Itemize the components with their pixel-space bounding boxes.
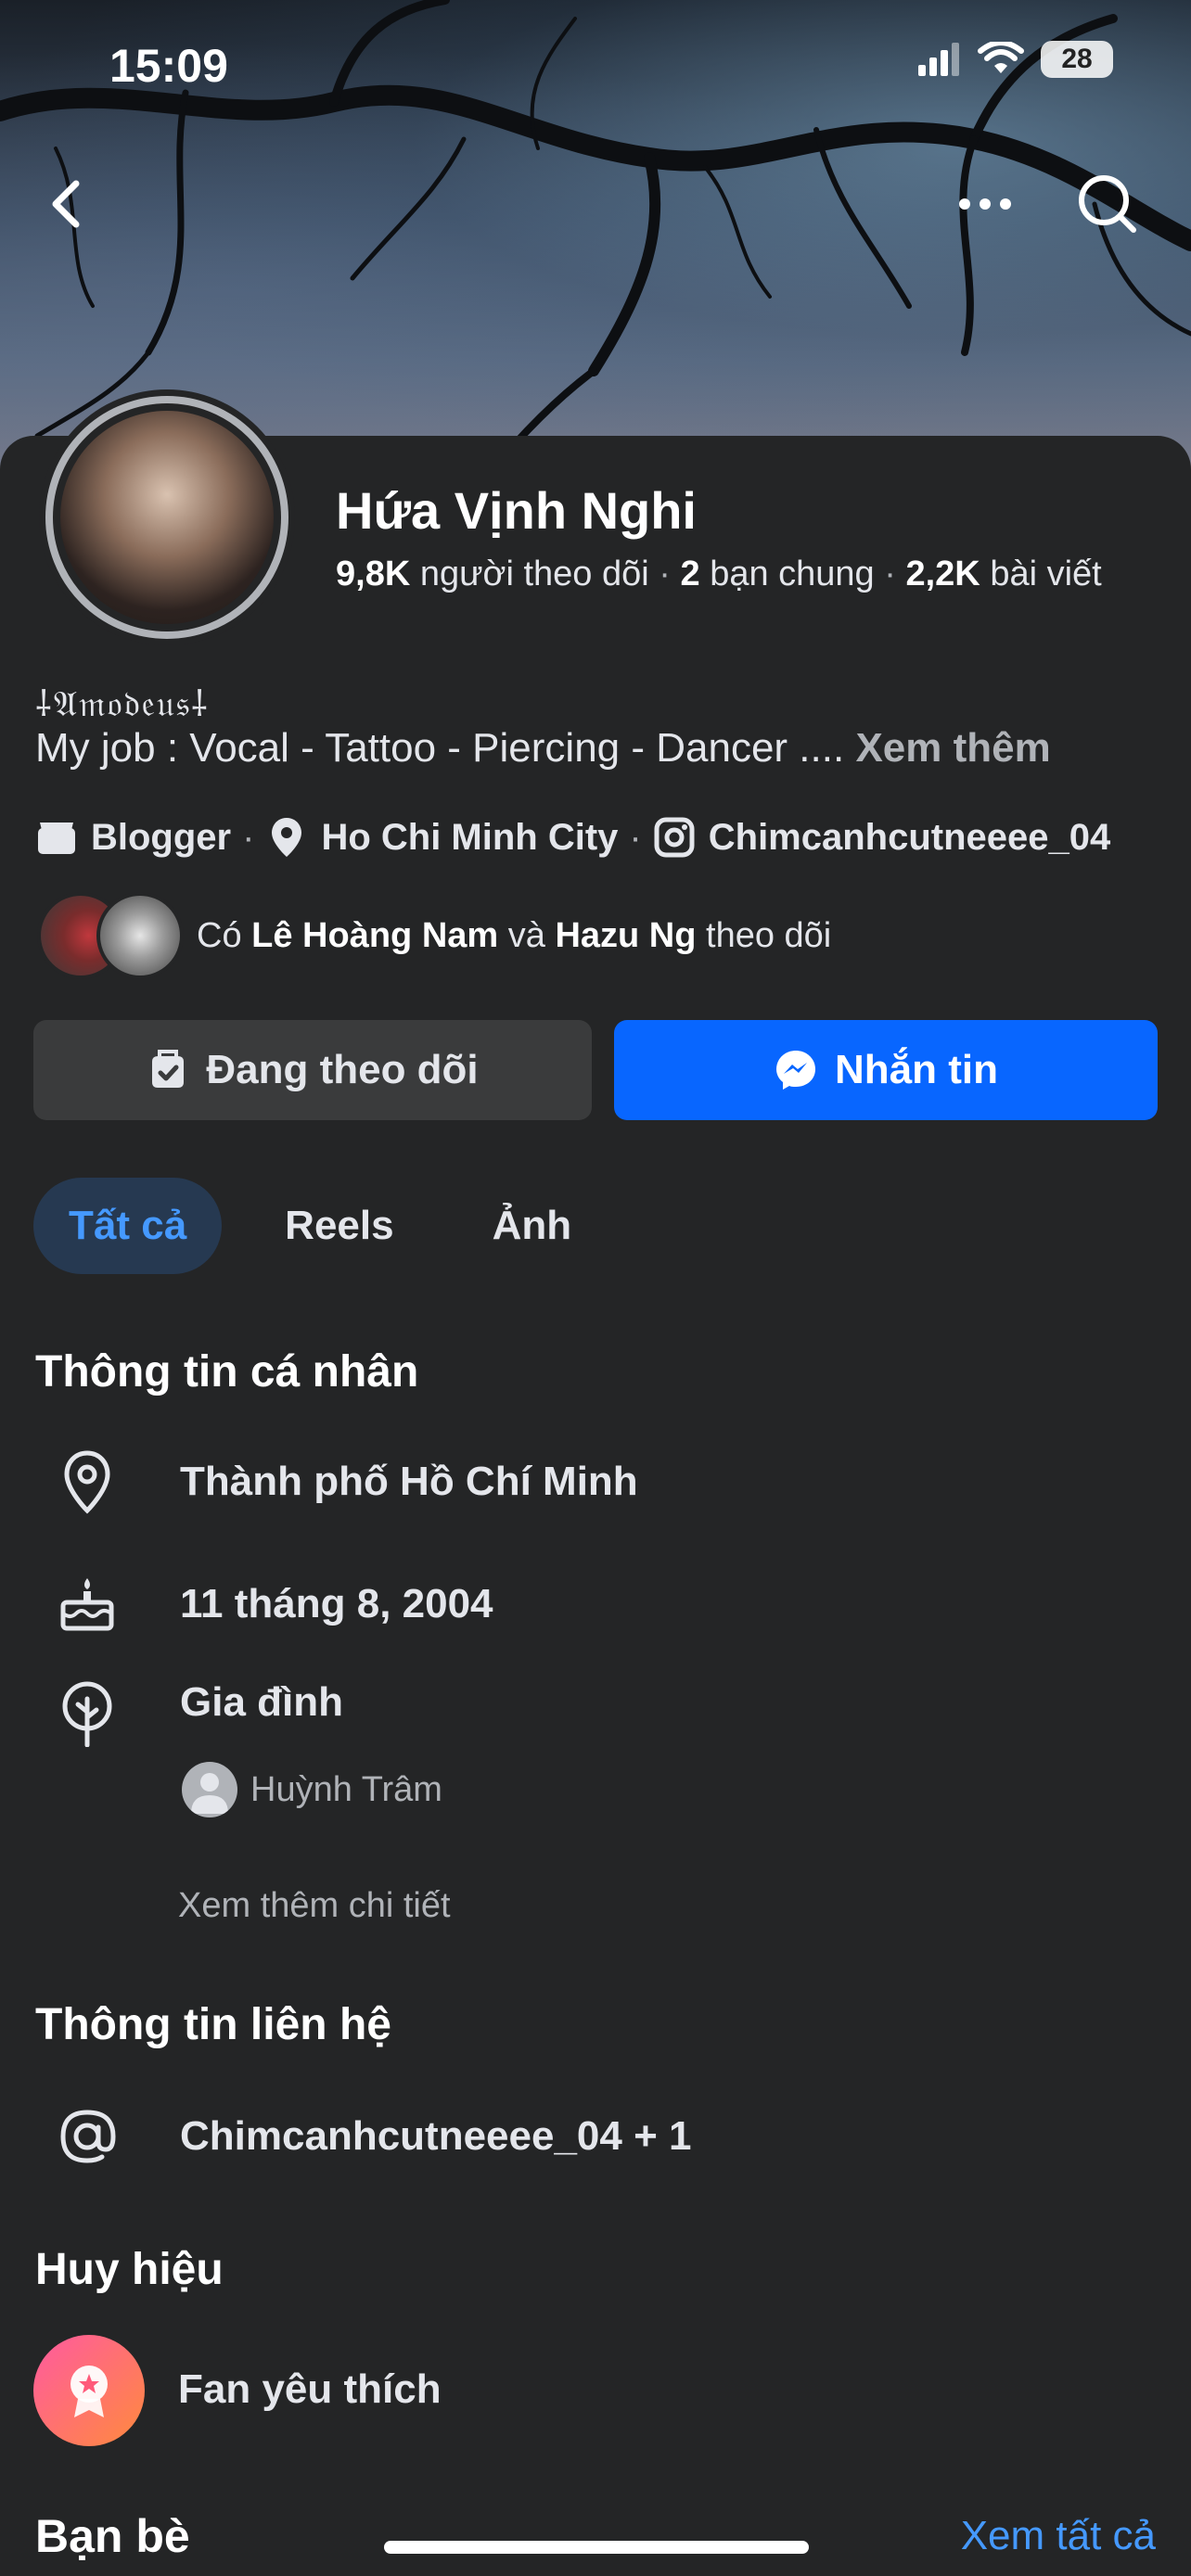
more-options-button[interactable]	[955, 181, 1015, 227]
avatar-image	[45, 396, 288, 639]
mutual-joiner: và	[507, 915, 545, 955]
following-label: Đang theo dõi	[206, 1047, 479, 1092]
bio-see-more-link[interactable]: Xem thêm	[855, 725, 1050, 771]
message-label: Nhắn tin	[835, 1047, 998, 1092]
followers-label[interactable]: người theo dõi	[420, 555, 649, 593]
cellular-signal-icon	[918, 43, 959, 76]
info-birthday-row: 11 tháng 8, 2004	[54, 1571, 493, 1638]
family-member[interactable]: Huỳnh Trâm	[182, 1762, 442, 1817]
following-button[interactable]: Đang theo dõi	[33, 1020, 592, 1120]
profile-avatar[interactable]	[39, 389, 295, 645]
status-time: 15:09	[109, 40, 228, 92]
posts-label: bài viết	[990, 555, 1102, 593]
tab-reels[interactable]: Reels	[250, 1178, 429, 1274]
messenger-icon	[776, 1051, 815, 1090]
action-buttons: Đang theo dõi Nhắn tin	[33, 1020, 1158, 1120]
profile-tabs: Tất cả Reels Ảnh	[33, 1178, 607, 1274]
family-tree-icon	[54, 1680, 121, 1747]
message-button[interactable]: Nhắn tin	[614, 1020, 1158, 1120]
at-sign-icon	[54, 2103, 121, 2170]
more-horizontal-icon	[959, 198, 1011, 210]
profile-name: Hứa Vịnh Nghi	[336, 481, 697, 540]
contact-info-title: Thông tin liên hệ	[35, 2000, 391, 2049]
bio-deco-line: ⸸𝔄𝔪𝔬𝔡𝔢𝔲𝔰⸸	[35, 683, 210, 724]
status-bar: 15:09 28	[0, 0, 1191, 130]
personal-info-title: Thông tin cá nhân	[35, 1347, 419, 1396]
mutual-name-2: Hazu Ng	[555, 915, 697, 955]
profile-stats: 9,8K người theo dõi · 2 bạn chung · 2,2K…	[336, 555, 1102, 593]
profile-category: Blogger	[91, 816, 232, 858]
instagram-icon	[653, 816, 696, 859]
location-pin-icon	[54, 1448, 121, 1515]
mutual-suffix: theo dõi	[706, 915, 832, 955]
back-button[interactable]	[41, 167, 96, 241]
friends-title: Bạn bè	[35, 2510, 190, 2562]
posts-count: 2,2K	[905, 555, 980, 593]
profile-details-line: Blogger · Ho Chi Minh City · Chimcanhcut…	[35, 816, 1110, 859]
following-check-icon	[152, 1050, 185, 1088]
fan-badge-label[interactable]: Fan yêu thích	[178, 2366, 442, 2413]
see-more-details-link[interactable]: Xem thêm chi tiết	[178, 1886, 451, 1926]
family-member-name: Huỳnh Trâm	[250, 1769, 442, 1809]
home-indicator[interactable]	[384, 2541, 809, 2554]
info-location: Thành phố Hồ Chí Minh	[180, 1459, 638, 1504]
birthday-cake-icon	[54, 1571, 121, 1638]
tab-all[interactable]: Tất cả	[33, 1178, 223, 1274]
status-icons: 28	[918, 41, 1113, 78]
search-button[interactable]	[1074, 167, 1141, 241]
fan-badge-icon	[33, 2335, 145, 2446]
battery-icon: 28	[1041, 41, 1113, 78]
info-birthday: 11 tháng 8, 2004	[180, 1581, 493, 1626]
mutual-prefix: Có	[197, 915, 242, 955]
clapperboard-icon	[35, 816, 78, 859]
followers-count[interactable]: 9,8K	[336, 555, 410, 593]
info-family-row: Gia đình	[54, 1679, 343, 1747]
info-location-row[interactable]: Thành phố Hồ Chí Minh	[54, 1448, 638, 1515]
profile-city[interactable]: Ho Chi Minh City	[321, 817, 618, 859]
instagram-handle[interactable]: Chimcanhcutneeee_04	[709, 817, 1111, 859]
wifi-icon	[978, 42, 1024, 73]
bio-body: My job : Vocal - Tattoo - Piercing - Dan…	[35, 725, 845, 771]
mutual-label[interactable]: bạn chung	[710, 555, 875, 593]
contact-handle-row[interactable]: Chimcanhcutneeee_04 + 1	[54, 2103, 691, 2170]
bio-text: My job : Vocal - Tattoo - Piercing - Dan…	[35, 725, 1051, 772]
mutual-followers[interactable]: Có Lê Hoàng Nam và Hazu Ng theo dõi	[37, 892, 831, 979]
contact-handle: Chimcanhcutneeee_04 + 1	[180, 2113, 692, 2159]
friends-see-all-link[interactable]: Xem tất cả	[961, 2513, 1156, 2559]
tab-photos[interactable]: Ảnh	[457, 1178, 608, 1274]
search-icon	[1079, 175, 1136, 233]
badges-title: Huy hiệu	[35, 2245, 224, 2294]
info-family-label: Gia đình	[180, 1679, 343, 1725]
mutual-avatar	[96, 892, 184, 979]
location-pin-icon	[265, 816, 308, 859]
person-avatar-icon	[182, 1762, 237, 1817]
chevron-left-icon	[52, 180, 80, 228]
mutual-count[interactable]: 2	[680, 555, 699, 593]
mutual-name-1: Lê Hoàng Nam	[251, 915, 499, 955]
